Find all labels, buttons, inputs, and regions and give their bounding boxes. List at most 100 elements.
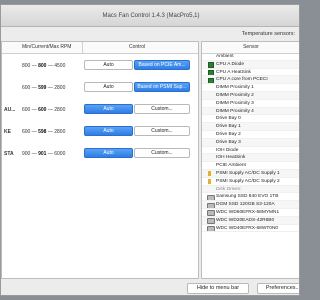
sensor-group-header: Disk Drives: — [202, 185, 299, 194]
preferences-button[interactable]: Preferences... — [257, 283, 299, 294]
custom-button[interactable]: Custom... — [134, 148, 190, 158]
sensor-item[interactable]: PSMI Supply AC/DC Supply 2 — [202, 178, 299, 186]
custom-button[interactable]: Custom... — [134, 126, 190, 136]
rpm-separator: — — [30, 151, 39, 157]
psu-icon — [208, 178, 211, 184]
sensor-label: CPU A Diode — [216, 61, 244, 67]
fans-table-header: Min/Current/Max RPM Control — [2, 42, 198, 54]
sensor-item[interactable]: DIMM Proximity 4 — [202, 107, 299, 116]
fan-rpm: 600 — 598 — 2800 — [22, 129, 65, 135]
sensor-label: DIMM Proximity 1 — [216, 85, 254, 91]
disk-icon — [207, 218, 215, 224]
fans-table: Min/Current/Max RPM Control 800 — 800 — … — [1, 41, 199, 279]
sensor-item[interactable]: IOH HeatSink — [202, 154, 299, 163]
sensors-table: Sensor Ambient CPU A Diode CPU A HeatSink C… — [201, 41, 299, 279]
sensor-label: Drive Bay 2 — [216, 131, 241, 137]
rpm-separator: — — [30, 129, 39, 135]
sensor-label: CPU A HeatSink — [216, 69, 251, 75]
sensor-item[interactable]: IOH Diode — [202, 147, 299, 155]
sensor-label: WDC WD40EFRX-68WT0N0 — [216, 225, 279, 231]
sensor-label: DIMM Proximity 2 — [216, 92, 254, 98]
sensor-item[interactable]: Drive Bay 1 — [202, 123, 299, 131]
custom-button[interactable]: Custom... — [134, 104, 190, 114]
window-title: Macs Fan Control 1.4.3 (MacPro5,1) — [1, 5, 299, 27]
fan-row: KE 600 — 598 — 2800 Auto Custom... — [2, 122, 198, 142]
disk-icon — [207, 226, 215, 232]
rpm-separator: — — [30, 107, 39, 113]
sensor-item[interactable]: CPU A Diode — [202, 60, 299, 69]
sensor-label: IOH Diode — [216, 147, 239, 153]
sensor-label: WDC WD60EFRX-68MYMN1 — [216, 209, 280, 215]
fan-rpm: 600 — 599 — 2800 — [22, 85, 65, 91]
sensor-label: Disk Drives: — [216, 186, 242, 192]
fan-row: STA 900 — 901 — 6000 Auto Custom... — [2, 144, 198, 164]
sensor-label: DIMM Proximity 4 — [216, 108, 254, 114]
sensor-label: Drive Bay 3 — [216, 139, 241, 145]
auto-button[interactable]: Auto — [84, 82, 133, 92]
hide-to-menu-bar-button[interactable]: Hide to menu bar — [187, 283, 249, 294]
sensor-item[interactable]: Drive Bay 0 — [202, 115, 299, 124]
sensor-label: Drive Bay 1 — [216, 124, 241, 130]
sensor-list: Ambient CPU A Diode CPU A HeatSink CPU A co… — [202, 53, 299, 233]
chip-icon — [208, 70, 214, 76]
rpm-separator: — — [30, 63, 39, 69]
fan-max-rpm: 2800 — [54, 85, 66, 91]
custom-button[interactable]: Based on PSMI Sup... — [134, 82, 190, 92]
sensor-item[interactable]: WDC WD40EFRX-68WT0N0 — [202, 225, 299, 233]
fan-name: AU... — [4, 107, 16, 113]
sensor-item[interactable]: Drive Bay 2 — [202, 131, 299, 139]
sensor-label: PSMI Supply AC/DC Supply 1 — [216, 170, 280, 176]
column-divider — [82, 42, 83, 53]
fan-rpm: 600 — 600 — 2800 — [22, 107, 65, 113]
sensor-label: Drive Bay 0 — [216, 116, 241, 122]
sensor-label: WDC WD20EADS-42R6B0 — [216, 217, 275, 223]
sensor-item[interactable]: Ambient — [202, 53, 299, 61]
auto-button[interactable]: Auto — [84, 148, 133, 158]
psu-icon — [208, 170, 211, 176]
app-window: Macs Fan Control 1.4.3 (MacPro5,1) Tempe… — [0, 4, 300, 296]
auto-button[interactable]: Auto — [84, 126, 133, 136]
sensor-item[interactable]: DIMM Proximity 3 — [202, 100, 299, 108]
fan-name: KE — [4, 129, 11, 135]
disk-icon — [207, 194, 215, 201]
sensor-item[interactable]: DIMM Proximity 2 — [202, 91, 299, 100]
auto-button[interactable]: Auto — [84, 60, 133, 70]
fan-max-rpm: 2800 — [54, 107, 66, 113]
fan-max-rpm: 4500 — [54, 63, 66, 69]
chip-icon — [208, 62, 214, 68]
sensor-label: Samsung SSD 840 EVO 1TB — [216, 194, 279, 200]
sensor-item[interactable]: Drive Bay 3 — [202, 138, 299, 147]
control-column-header[interactable]: Control — [129, 44, 145, 50]
fan-rpm: 900 — 901 — 6000 — [22, 151, 65, 157]
sensor-item[interactable]: WDC WD20EADS-42R6B0 — [202, 216, 299, 225]
fan-row: 800 — 800 — 4500 Auto Based on PCIE Am... — [2, 56, 198, 76]
fan-row: AU... 600 — 600 — 2800 Auto Custom... — [2, 100, 198, 120]
sensor-item[interactable]: DGM SSD 120GB S3-120A — [202, 201, 299, 209]
sensor-label: PCIE Ambient — [216, 163, 246, 169]
fan-row: 600 — 599 — 2800 Auto Based on PSMI Sup... — [2, 78, 198, 98]
fan-max-rpm: 6000 — [54, 151, 66, 157]
temperature-sensors-label: Temperature sensors: — [241, 31, 295, 37]
chip-icon — [208, 77, 214, 84]
sensor-label: DGM SSD 120GB S3-120A — [216, 202, 275, 208]
fan-rpm: 800 — 800 — 4500 — [22, 63, 65, 69]
sensor-item[interactable]: PSMI Supply AC/DC Supply 1 — [202, 169, 299, 178]
sensor-item[interactable]: CPU A HeatSink — [202, 69, 299, 77]
bottom-bar: Hide to menu bar Preferences... — [1, 281, 299, 295]
fan-max-rpm: 2800 — [54, 129, 66, 135]
sensor-item[interactable]: Samsung SSD 840 EVO 1TB — [202, 193, 299, 202]
sensor-item[interactable]: WDC WD60EFRX-68MYMN1 — [202, 209, 299, 217]
custom-button[interactable]: Based on PCIE Am... — [134, 60, 190, 70]
disk-icon — [207, 210, 215, 216]
rpm-column-header[interactable]: Min/Current/Max RPM — [22, 44, 71, 50]
sensor-item[interactable]: DIMM Proximity 1 — [202, 84, 299, 92]
sensor-label: PSMI Supply AC/DC Supply 2 — [216, 178, 280, 184]
fan-name: STA — [4, 151, 14, 157]
rpm-separator: — — [30, 85, 39, 91]
sensor-item[interactable]: PCIE Ambient — [202, 162, 299, 170]
sensor-label: Ambient — [216, 54, 234, 59]
auto-button[interactable]: Auto — [84, 104, 133, 114]
sensor-label: IOH HeatSink — [216, 155, 246, 161]
disk-icon — [207, 202, 215, 208]
sensor-item[interactable]: CPU A core from PCECI — [202, 76, 299, 85]
